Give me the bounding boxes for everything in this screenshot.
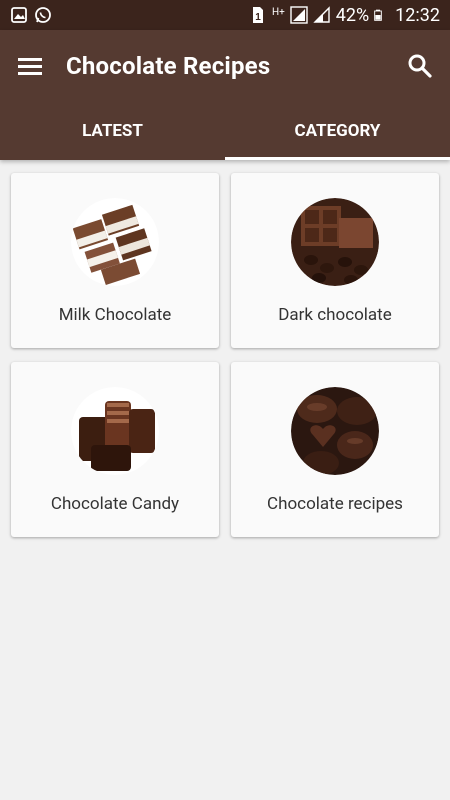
menu-button[interactable]	[16, 52, 44, 80]
signal-icon	[290, 6, 308, 24]
battery-percentage: 42%	[335, 4, 370, 26]
category-label: Chocolate Candy	[50, 494, 180, 514]
category-label: Milk Chocolate	[58, 305, 172, 325]
hamburger-menu-icon	[18, 58, 42, 75]
tab-bar: LATEST CATEGORY	[0, 102, 450, 160]
gallery-notification-icon	[11, 7, 27, 23]
category-card-milk-chocolate[interactable]: Milk Chocolate	[11, 173, 219, 348]
category-grid: Milk Chocolate Dark chocolate Chocolate …	[11, 173, 439, 537]
category-label: Dark chocolate	[278, 305, 392, 325]
svg-text:1: 1	[255, 12, 261, 23]
category-card-chocolate-candy[interactable]: Chocolate Candy	[11, 362, 219, 537]
category-card-chocolate-recipes[interactable]: Chocolate recipes	[231, 362, 439, 537]
category-label: Chocolate recipes	[267, 494, 403, 514]
network-type-label: H+	[271, 6, 285, 18]
status-bar: 1 H+ 42% 12:32	[0, 0, 450, 30]
whatsapp-notification-icon	[35, 7, 51, 23]
tab-category[interactable]: CATEGORY	[225, 102, 450, 160]
tab-latest-label: LATEST	[82, 121, 143, 141]
status-bar-left	[10, 6, 52, 24]
milk-chocolate-image	[71, 198, 159, 286]
sim-icon: 1	[252, 7, 263, 23]
category-card-dark-chocolate[interactable]: Dark chocolate	[231, 173, 439, 348]
app-bar: Chocolate Recipes LATEST CATEGORY	[0, 30, 450, 160]
chocolate-candy-image	[71, 387, 159, 475]
tab-latest[interactable]: LATEST	[0, 102, 225, 160]
status-bar-right: 1 H+ 42% 12:32	[249, 5, 440, 26]
battery-icon	[374, 9, 382, 21]
tab-category-label: CATEGORY	[294, 121, 381, 141]
search-button[interactable]	[406, 52, 434, 80]
search-icon	[408, 54, 432, 78]
signal-bars-icon	[313, 6, 330, 23]
clock: 12:32	[395, 4, 440, 26]
chocolate-recipes-image	[291, 387, 379, 475]
page-title: Chocolate Recipes	[66, 52, 271, 80]
toolbar: Chocolate Recipes	[0, 30, 450, 102]
dark-chocolate-image	[291, 198, 379, 286]
